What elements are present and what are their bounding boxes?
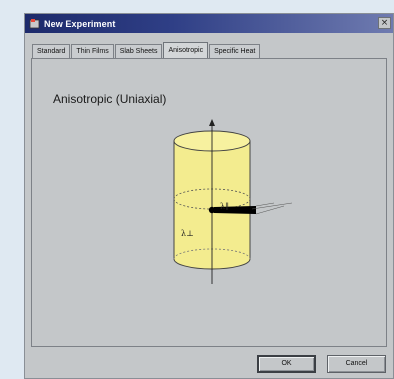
close-button[interactable]: × xyxy=(378,17,391,29)
lambda-parallel-label: λ∥ xyxy=(220,202,229,211)
tab-slab-sheets[interactable]: Slab Sheets xyxy=(114,44,163,58)
tab-panel: Anisotropic (Uniaxial) λ∥ λ⊥ xyxy=(31,58,387,347)
panel-title: Anisotropic (Uniaxial) xyxy=(53,92,167,106)
tab-specific-heat[interactable]: Specific Heat xyxy=(209,44,261,58)
cancel-button[interactable]: Cancel xyxy=(327,355,386,373)
tab-bar: Standard Thin Films Slab Sheets Anisotro… xyxy=(32,42,261,58)
ok-button[interactable]: OK xyxy=(257,355,316,373)
tab-standard[interactable]: Standard xyxy=(32,44,71,58)
cylinder-diagram: λ∥ λ⊥ xyxy=(152,119,293,289)
tab-thin-films[interactable]: Thin Films xyxy=(71,44,114,58)
window-title: New Experiment xyxy=(44,18,116,29)
dialog-window: New Experiment × Standard Thin Films Sla… xyxy=(24,13,394,379)
lambda-perp-label: λ⊥ xyxy=(181,229,194,238)
tab-anisotropic[interactable]: Anisotropic xyxy=(163,42,209,58)
title-bar[interactable]: New Experiment × xyxy=(25,14,393,33)
app-icon xyxy=(28,18,40,30)
